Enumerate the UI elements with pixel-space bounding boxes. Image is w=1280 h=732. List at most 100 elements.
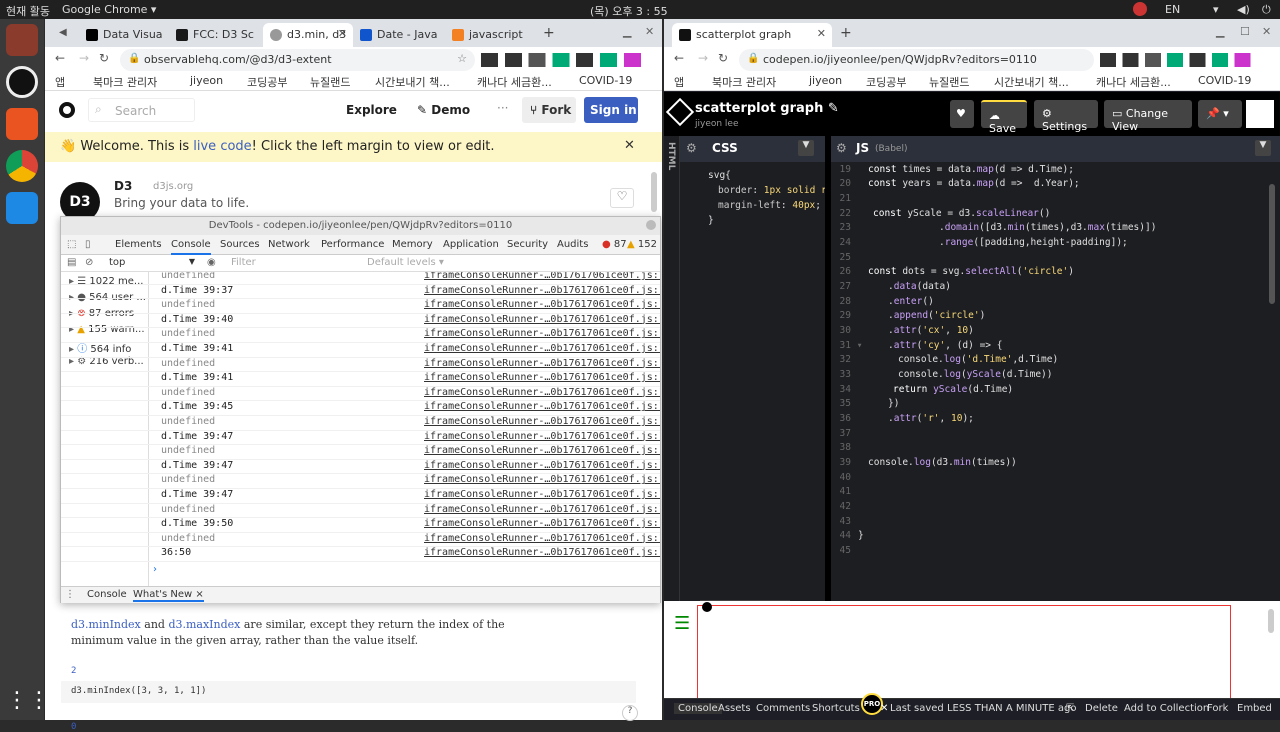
back-icon[interactable]: ← [674, 51, 684, 65]
tab-0[interactable]: Data Visua [79, 23, 171, 47]
bookmark-folder-covid[interactable]: COVID-19 [1198, 74, 1251, 87]
js-dropdown-icon[interactable]: ▼ [1255, 140, 1271, 156]
tab-audits[interactable]: Audits [557, 239, 588, 250]
console-source-link[interactable]: iframeConsoleRunner-…0b17617061ce0f.js:1 [424, 533, 660, 544]
console-source-link[interactable]: iframeConsoleRunner-…0b17617061ce0f.js:1 [424, 401, 660, 412]
files-app-icon[interactable] [6, 24, 38, 56]
extension-icons[interactable] [481, 53, 651, 67]
bookmark-folder-nz[interactable]: 뉴질랜드 [310, 74, 350, 90]
console-source-link[interactable]: iframeConsoleRunner-…0b17617061ce0f.js:1 [424, 547, 660, 558]
reload-icon[interactable]: ↻ [99, 51, 109, 65]
console-source-link[interactable]: iframeConsoleRunner-…0b17617061ce0f.js:1 [424, 272, 660, 281]
console-source-link[interactable]: iframeConsoleRunner-…0b17617061ce0f.js:1 [424, 328, 660, 339]
volume-icon[interactable]: ◀) [1237, 3, 1250, 16]
console-source-link[interactable]: iframeConsoleRunner-…0b17617061ce0f.js:1 [424, 285, 660, 296]
bookmark-folder-books[interactable]: 시간보내기 책... [375, 74, 450, 90]
console-source-link[interactable]: iframeConsoleRunner-…0b17617061ce0f.js:1 [424, 504, 660, 515]
clock[interactable]: (목) 오후 3 : 55 [590, 3, 668, 19]
footer-assets-button[interactable]: Assets [718, 703, 751, 714]
footer-fork-button[interactable]: Fork [1207, 703, 1228, 714]
tab-security[interactable]: Security [507, 239, 548, 250]
minimize-icon[interactable]: ▁ [1216, 25, 1224, 38]
console-source-link[interactable]: iframeConsoleRunner-…0b17617061ce0f.js:1 [424, 314, 660, 325]
close-badge-icon[interactable]: ✕ [880, 703, 888, 714]
bookmark-folder-nz[interactable]: 뉴질랜드 [929, 74, 969, 90]
help-icon[interactable]: ? [622, 705, 638, 721]
console-source-link[interactable]: iframeConsoleRunner-…0b17617061ce0f.js:1 [424, 343, 660, 354]
close-tab-icon[interactable]: ✕ [817, 27, 826, 40]
preview-scrollbar[interactable] [1268, 609, 1274, 633]
tab-4[interactable]: javascript [445, 23, 537, 47]
address-bar[interactable]: 🔒 observablehq.com/@d3/d3-extent ☆ [120, 49, 475, 71]
author-name[interactable]: D3 [114, 179, 132, 193]
context-select[interactable]: top ▼ [105, 256, 199, 271]
more-icon[interactable]: ··· [497, 101, 508, 115]
settings-button[interactable]: ⚙ Settings [1034, 100, 1098, 133]
drawer-menu-icon[interactable]: ⋮ [65, 589, 75, 600]
bookmark-folder-coding[interactable]: 코딩공부 [866, 74, 906, 90]
footer-console-button[interactable]: Console [674, 703, 722, 714]
js-code[interactable]: 19 const times = data.map(d => d.Time); … [831, 162, 1271, 582]
back-icon[interactable]: ← [55, 51, 65, 65]
sign-in-button[interactable]: Sign in [584, 97, 638, 123]
maxindex-link[interactable]: d3.maxIndex [168, 618, 240, 631]
preview-menu-icon[interactable]: ☰ [674, 613, 690, 634]
address-bar[interactable]: 🔒 codepen.io/jiyeonlee/pen/QWjdpRv?edito… [739, 49, 1094, 71]
bookmark-manager[interactable]: 북마크 관리자 [93, 74, 157, 90]
activities-button[interactable]: 현재 활동 [6, 3, 50, 19]
devtools-close-icon[interactable] [646, 220, 656, 230]
tab-network[interactable]: Network [268, 239, 310, 250]
vscode-app-icon[interactable] [6, 192, 38, 224]
bookmark-folder-covid[interactable]: COVID-19 [579, 74, 632, 87]
tab-1[interactable]: FCC: D3 Sc [169, 23, 261, 47]
css-dropdown-icon[interactable]: ▼ [798, 140, 814, 156]
tab-sources[interactable]: Sources [220, 239, 260, 250]
explore-link[interactable]: Explore [346, 103, 397, 117]
warning-count-badge[interactable]: ▲ 152 [627, 239, 657, 250]
change-view-button[interactable]: ▭ Change View [1104, 100, 1192, 133]
new-tab-icon[interactable]: + [840, 25, 852, 41]
tab-elements[interactable]: Elements [115, 239, 162, 250]
codepen-logo-icon[interactable] [665, 97, 695, 127]
footer-shortcuts-button[interactable]: Shortcuts [812, 703, 860, 714]
minimize-icon[interactable]: ▁ [623, 25, 631, 38]
tab-application[interactable]: Application [443, 239, 499, 250]
console-source-link[interactable]: iframeConsoleRunner-…0b17617061ce0f.js:1 [424, 387, 660, 398]
close-window-icon[interactable]: ✕ [645, 25, 654, 38]
css-editor[interactable]: ⚙ CSS ▼ svg{ border: 1px solid red margi… [680, 136, 825, 601]
tab-2-active[interactable]: d3.min, d3 ✕ [263, 23, 353, 47]
extension-icons[interactable] [1100, 53, 1260, 67]
app-menu[interactable]: Google Chrome ▾ [62, 3, 156, 16]
close-window-icon[interactable]: ✕ [1262, 25, 1271, 38]
tab-memory[interactable]: Memory [392, 239, 433, 250]
sidebar-toggle-icon[interactable]: ▤ [67, 257, 76, 268]
like-heart-icon[interactable]: ♡ [610, 188, 634, 208]
page-scrollbar[interactable] [651, 172, 657, 212]
filter-input[interactable]: Filter [231, 257, 256, 268]
console-source-link[interactable]: iframeConsoleRunner-…0b17617061ce0f.js:1 [424, 372, 660, 383]
console-prompt-icon[interactable]: › [153, 564, 157, 575]
bookmark-folder-tax[interactable]: 캐나다 세금환... [1096, 74, 1171, 90]
console-source-link[interactable]: iframeConsoleRunner-…0b17617061ce0f.js:1 [424, 445, 660, 456]
footer-collection-button[interactable]: Add to Collection [1124, 703, 1209, 714]
live-code-link[interactable]: live code [193, 139, 251, 154]
js-gear-icon[interactable]: ⚙ [836, 141, 847, 155]
eye-icon[interactable]: ◉ [207, 257, 216, 268]
observable-logo-icon[interactable] [59, 102, 75, 118]
tab-3[interactable]: Date - Java [353, 23, 445, 47]
console-source-link[interactable]: iframeConsoleRunner-…0b17617061ce0f.js:1 [424, 358, 660, 369]
close-banner-icon[interactable]: ✕ [624, 138, 635, 153]
bookmark-manager[interactable]: 북마크 관리자 [712, 74, 776, 90]
pin-button[interactable]: 📌 ▾ [1198, 100, 1242, 128]
bookmark-star-icon[interactable]: ☆ [457, 52, 467, 65]
css-gear-icon[interactable]: ⚙ [686, 141, 697, 155]
clear-console-icon[interactable]: ⊘ [85, 257, 93, 268]
console-source-link[interactable]: iframeConsoleRunner-…0b17617061ce0f.js:1 [424, 416, 660, 427]
tab-performance[interactable]: Performance [321, 239, 384, 250]
console-source-link[interactable]: iframeConsoleRunner-…0b17617061ce0f.js:1 [424, 474, 660, 485]
footer-comments-button[interactable]: Comments [756, 703, 810, 714]
drawer-tab-whats-new[interactable]: What's New × [133, 589, 204, 602]
pen-title[interactable]: scatterplot graph ✎ [695, 101, 839, 116]
show-apps-icon[interactable]: ⋮⋮ [6, 685, 50, 717]
code-cell[interactable]: d3.minIndex([3, 3, 1, 1]) [61, 681, 636, 703]
